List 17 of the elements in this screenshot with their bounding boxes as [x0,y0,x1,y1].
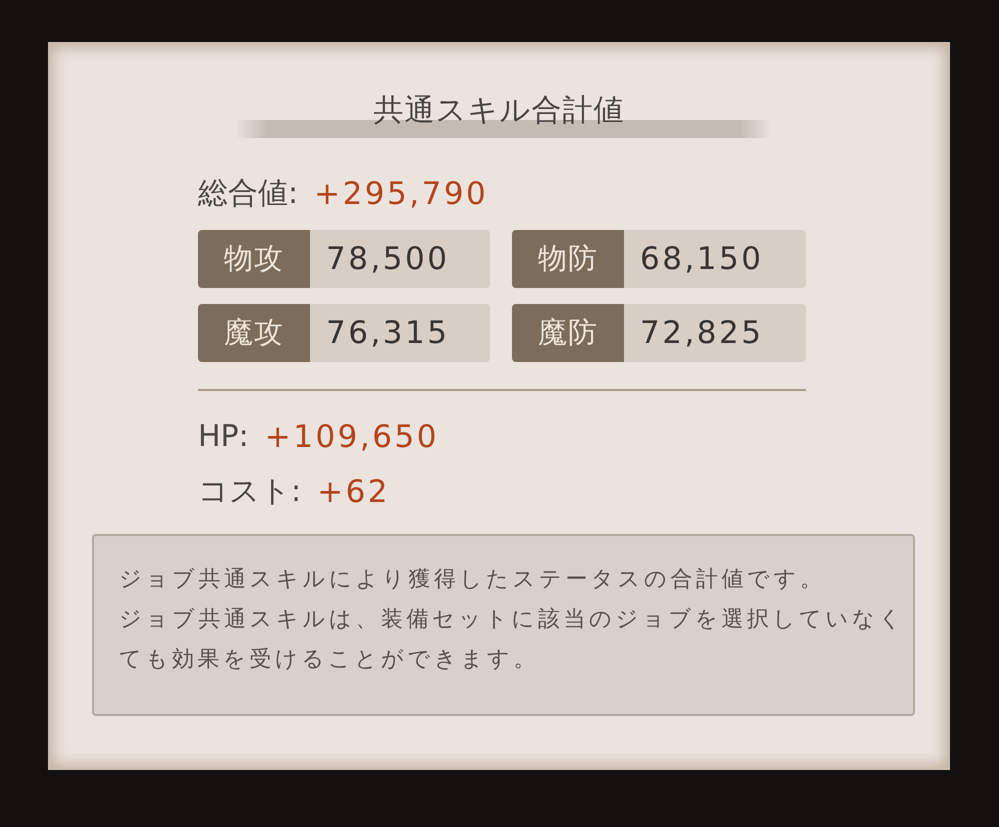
bonus-label: コスト: [198,473,302,511]
bonus-value: +109,650 [264,418,439,457]
bonus-value: +62 [317,473,390,512]
stat-name-tag: 物防 [512,230,624,288]
note-text: ジョブ共通スキルは、装備セットに該当のジョブを選択していなくても効果を受けることができます。 [119,606,906,674]
note-text: ジョブ共通スキルにより獲得したステータスの合計値です。 [119,566,826,594]
stat-value-cell: 78,500 [310,230,490,288]
stat-value-cell: 68,150 [624,230,806,288]
window-title: 共通スキル合計値 [374,92,624,130]
stat-name-tag: 物攻 [198,230,310,288]
stat-value-cell: 76,315 [310,304,490,362]
total-value: +295,790 [314,175,488,214]
stat-value-cell: 72,825 [624,304,806,362]
total-label: 総合値: [198,175,298,213]
stat-name-tag: 魔防 [512,304,624,362]
bonus-label: HP: [198,418,249,456]
stat-name-tag: 魔攻 [198,304,310,362]
